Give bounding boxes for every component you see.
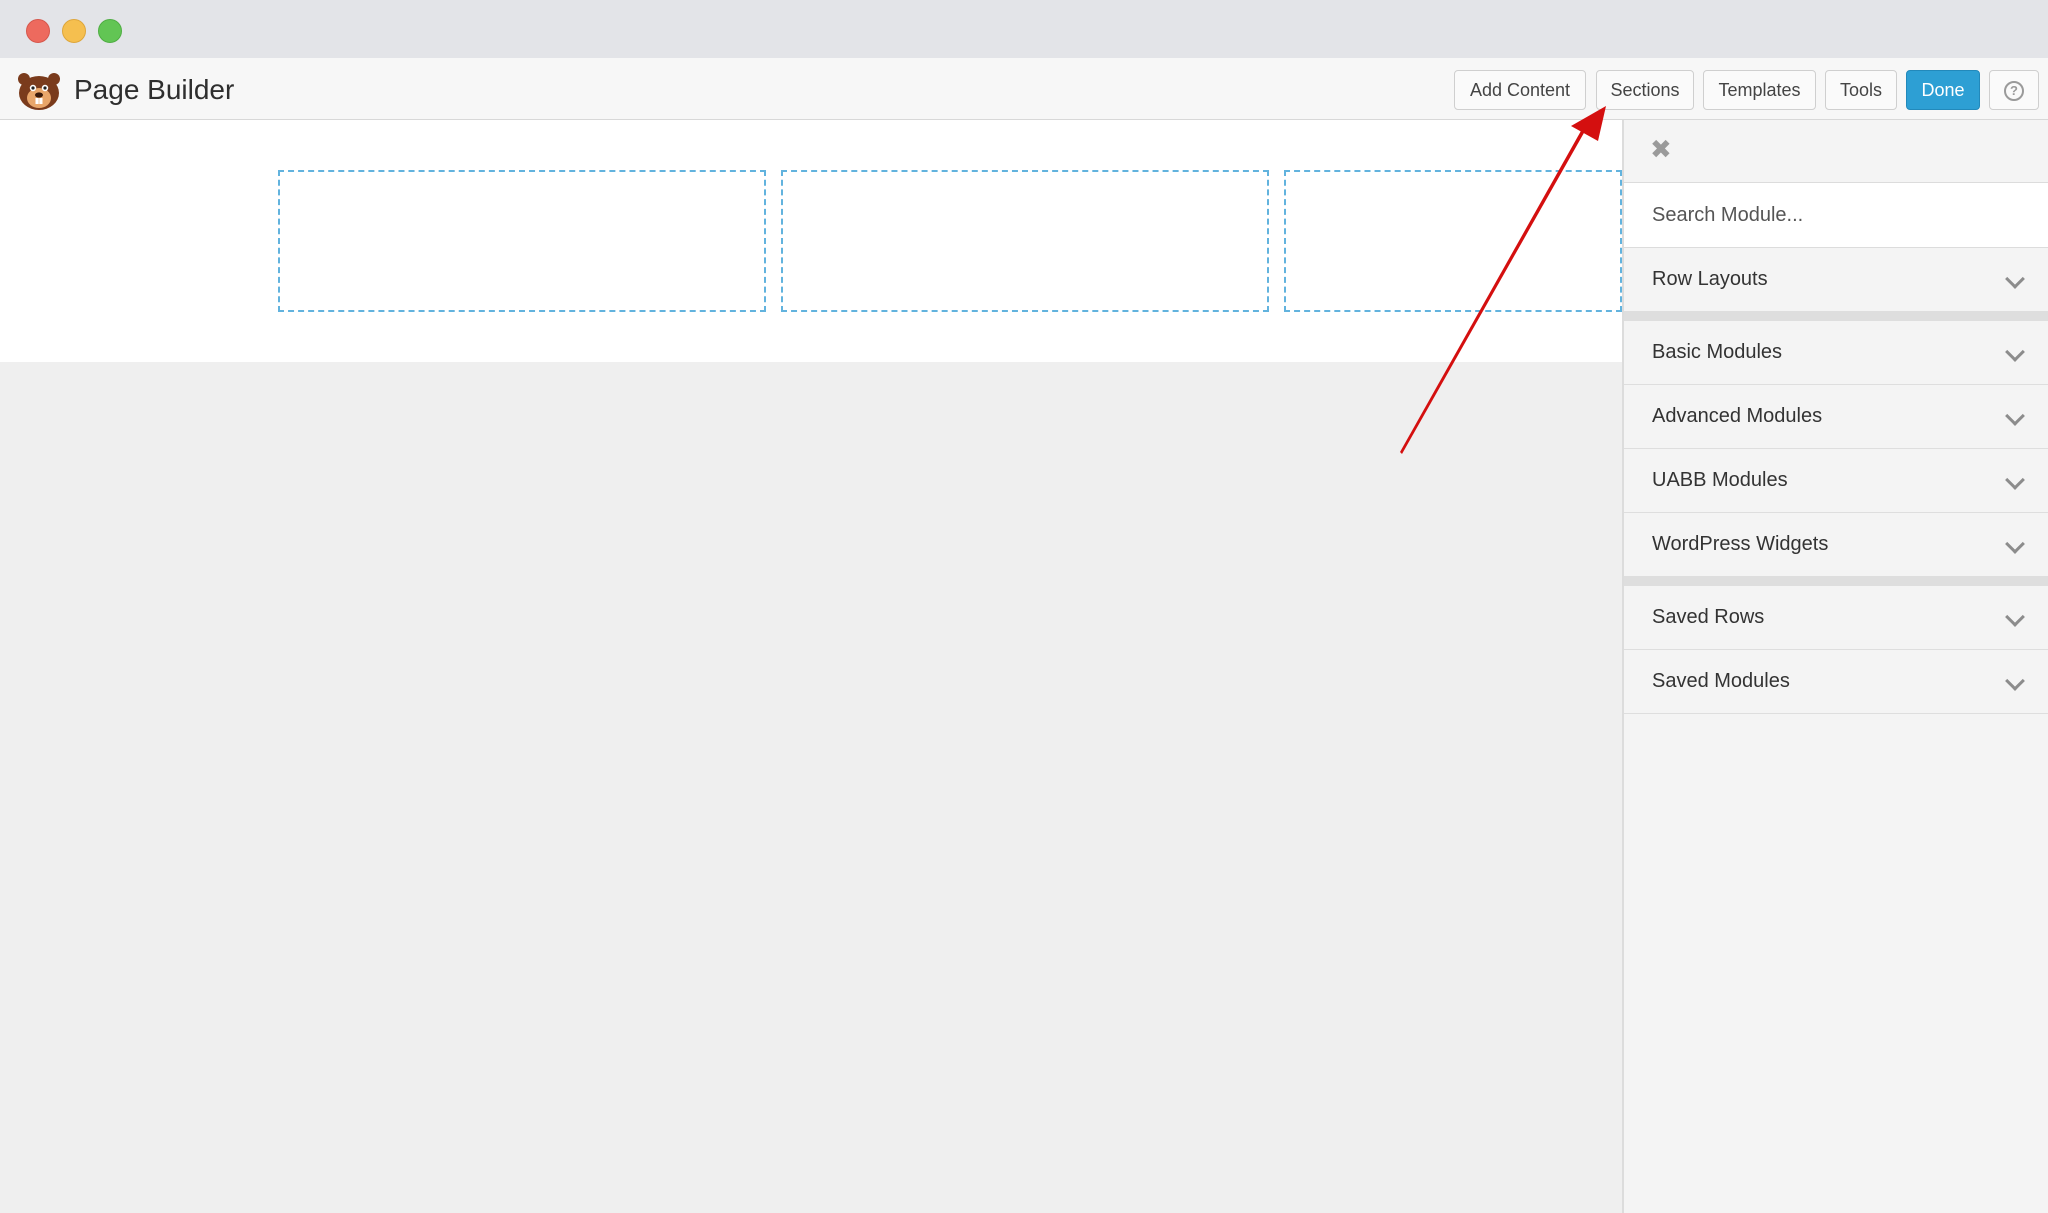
search-module-input[interactable]: [1624, 183, 2048, 247]
section-label: WordPress Widgets: [1652, 533, 1829, 555]
builder-toolbar: Page Builder Add Content Sections Templa…: [0, 58, 2048, 120]
content-panel: ✖ Row Layouts Basic Modules Advanced Mod…: [1622, 120, 2048, 1213]
help-button[interactable]: ?: [1989, 70, 2039, 110]
section-advanced-modules[interactable]: Advanced Modules: [1624, 385, 2048, 449]
beaver-logo-icon: [18, 73, 60, 110]
section-row-layouts[interactable]: Row Layouts: [1624, 248, 2048, 312]
page-canvas-row: [0, 120, 1622, 362]
help-icon: ?: [2004, 81, 2024, 102]
section-separator: [1624, 577, 2048, 586]
templates-button[interactable]: Templates: [1703, 70, 1816, 110]
section-label: Saved Modules: [1652, 670, 1790, 692]
column-drop-zone-3[interactable]: [1284, 170, 1622, 312]
app-title: Page Builder: [74, 74, 235, 105]
section-label: Basic Modules: [1652, 341, 1783, 363]
section-label: UABB Modules: [1652, 469, 1788, 491]
minimize-window-button[interactable]: [62, 19, 86, 43]
sections-button[interactable]: Sections: [1596, 70, 1694, 110]
section-label: Row Layouts: [1652, 268, 1768, 290]
tools-button[interactable]: Tools: [1825, 70, 1897, 110]
chevron-down-icon: [2005, 342, 2025, 362]
column-drop-zone-1[interactable]: [278, 170, 766, 312]
chevron-down-icon: [2005, 406, 2025, 426]
done-button[interactable]: Done: [1906, 70, 1980, 110]
close-window-button[interactable]: [26, 19, 50, 43]
close-icon[interactable]: ✖: [1650, 136, 1672, 162]
section-separator: [1624, 312, 2048, 321]
section-saved-modules[interactable]: Saved Modules: [1624, 650, 2048, 714]
maximize-window-button[interactable]: [98, 19, 122, 43]
chevron-down-icon: [2005, 534, 2025, 554]
chevron-down-icon: [2005, 470, 2025, 490]
section-basic-modules[interactable]: Basic Modules: [1624, 321, 2048, 385]
section-wordpress-widgets[interactable]: WordPress Widgets: [1624, 513, 2048, 577]
section-uabb-modules[interactable]: UABB Modules: [1624, 449, 2048, 513]
column-drop-zone-2[interactable]: [781, 170, 1269, 312]
chevron-down-icon: [2005, 671, 2025, 691]
section-label: Advanced Modules: [1652, 405, 1823, 427]
window-titlebar: [0, 0, 2048, 58]
chevron-down-icon: [2005, 607, 2025, 627]
search-module-box: [1624, 182, 2048, 248]
section-saved-rows[interactable]: Saved Rows: [1624, 586, 2048, 650]
chevron-down-icon: [2005, 269, 2025, 289]
section-label: Saved Rows: [1652, 606, 1765, 628]
add-content-button[interactable]: Add Content: [1454, 70, 1586, 110]
